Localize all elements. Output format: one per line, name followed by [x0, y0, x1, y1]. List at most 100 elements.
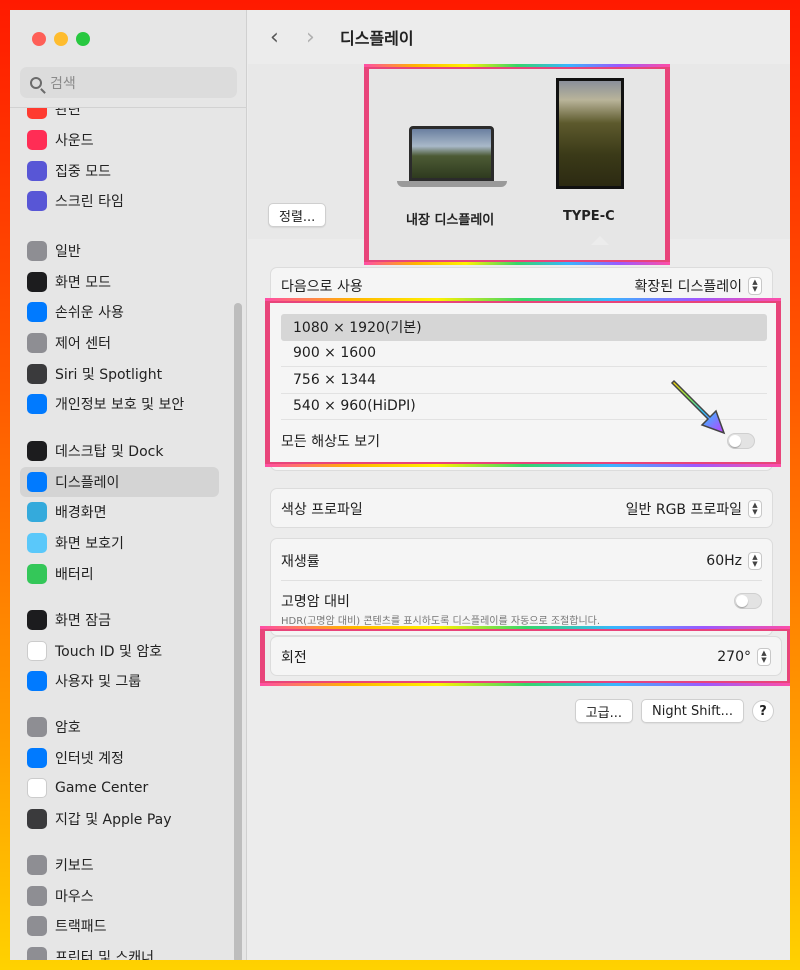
show-all-resolutions-toggle[interactable]	[727, 433, 755, 449]
sidebar-item[interactable]: 마우스	[20, 881, 219, 912]
sidebar-item[interactable]: 스크린 타임	[20, 186, 219, 217]
sidebar-item-label: Game Center	[55, 780, 149, 797]
sidebar-item[interactable]: 화면 보호기	[20, 528, 219, 559]
game-center-icon	[27, 778, 47, 799]
gear-icon	[27, 241, 47, 262]
sidebar-item[interactable]: 손쉬운 사용	[20, 297, 219, 328]
show-all-resolutions-label: 모든 해상도 보기	[281, 434, 381, 450]
zoom-window-button[interactable]	[76, 32, 90, 46]
color-profile-popup[interactable]: 일반 RGB 프로파일 ▲ ▼	[626, 499, 762, 519]
page-title: 디스플레이	[340, 29, 414, 48]
sidebar-item-label: 집중 모드	[55, 163, 111, 180]
search-input[interactable]: 검색	[20, 67, 237, 98]
laptop-base-icon	[397, 181, 507, 187]
key-icon	[27, 717, 47, 738]
resolution-option[interactable]: 900 × 1600	[281, 341, 767, 367]
sidebar-item[interactable]: 디스플레이	[20, 466, 219, 498]
help-button[interactable]: ?	[752, 700, 774, 722]
sidebar-item[interactable]: Game Center	[20, 773, 219, 804]
sidebar-group: 암호인터넷 계정 Game Center 지갑 및 Apple Pay	[20, 712, 230, 834]
hourglass-icon	[27, 191, 47, 212]
flower-icon	[27, 502, 47, 523]
highlight-rainbow-top	[265, 298, 781, 301]
search-icon	[30, 76, 42, 89]
hdr-toggle[interactable]	[734, 593, 762, 609]
arrange-button[interactable]: 정렬...	[268, 203, 327, 227]
sidebar-group-partial: 관련	[20, 108, 230, 125]
sidebar-item-label: 디스플레이	[55, 474, 120, 491]
notification-icon	[27, 108, 47, 120]
sidebar-item-label: 화면 보호기	[55, 536, 124, 553]
resolution-highlight: 1080 × 1920(기본) 900 × 1600 756 × 1344 540 ×…	[265, 298, 781, 467]
printer-icon	[27, 947, 47, 960]
sidebar-item-label: 배터리	[55, 566, 94, 583]
sidebar-group: 화면 잠금 Touch ID 및 암호사용자 및 그룹	[20, 605, 230, 697]
minimize-window-button[interactable]	[54, 32, 68, 46]
sidebar-item[interactable]: 배터리	[20, 558, 219, 589]
advanced-button[interactable]: 고급...	[574, 699, 633, 723]
sidebar-group: 일반화면 모드손쉬운 사용제어 센터 Siri 및 Spotlight 개인정보 보…	[20, 236, 230, 420]
mouse-icon	[27, 885, 47, 906]
use-as-row: 다음으로 사용 확장된 디스플레이 ▲ ▼	[281, 276, 762, 296]
updown-icon: ▲ ▼	[748, 500, 762, 518]
sidebar-item[interactable]: 키보드	[20, 850, 219, 881]
sidebar-item-partial[interactable]: 관련	[20, 108, 219, 125]
sidebar-scrollbar[interactable]	[234, 303, 242, 960]
color-profile-row: 색상 프로파일 일반 RGB 프로파일 ▲ ▼	[281, 499, 762, 519]
close-window-button[interactable]	[32, 32, 46, 46]
sidebar-item-label: 사운드	[55, 133, 94, 150]
night-shift-button[interactable]: Night Shift...	[640, 699, 744, 723]
keyboard-icon	[27, 855, 47, 876]
sidebar-item-label: 화면 모드	[55, 274, 111, 291]
sidebar-item[interactable]: 배경화면	[20, 497, 219, 528]
back-button[interactable]: ‹	[270, 25, 294, 50]
sidebar-item[interactable]: 사용자 및 그룹	[20, 666, 219, 697]
sidebar-item[interactable]: 집중 모드	[20, 156, 219, 187]
sidebar-item-label: Touch ID 및 암호	[55, 643, 163, 660]
sidebar-item-label: 손쉬운 사용	[55, 305, 124, 322]
sidebar-item[interactable]: 제어 센터	[20, 328, 219, 359]
refresh-hdr-panel: 재생률 60Hz ▲ ▼ 고명암 대비 HDR(고명암 대비) 콘텐츠를 표시하도…	[270, 538, 773, 636]
sidebar: 검색 관련 사운드집중 모드스크린 타임일반화면 모드손쉬운 사용제어 센터 Si…	[10, 10, 247, 960]
sidebar-item[interactable]: 인터넷 계정	[20, 743, 219, 774]
use-as-popup[interactable]: 확장된 디스플레이 ▲ ▼	[635, 276, 762, 296]
sidebar-item[interactable]: 프린터 및 스캐너	[20, 942, 219, 960]
refresh-rate-popup[interactable]: 60Hz ▲ ▼	[706, 552, 762, 570]
sidebar-item[interactable]: Siri 및 Spotlight	[20, 358, 219, 389]
sidebar-item[interactable]: 트랙패드	[20, 911, 219, 942]
sidebar-item-label: 배경화면	[55, 505, 107, 522]
sidebar-item[interactable]: 암호	[20, 712, 219, 743]
highlight-rainbow-bottom	[260, 683, 790, 686]
sidebar-item[interactable]: 일반	[20, 236, 219, 267]
dock-icon	[27, 441, 47, 462]
sidebar-item[interactable]: 개인정보 보호 및 보안	[20, 389, 219, 420]
display-thumbnails-highlight: 내장 디스플레이 TYPE-C	[364, 64, 670, 265]
settings-window: 검색 관련 사운드집중 모드스크린 타임일반화면 모드손쉬운 사용제어 센터 Si…	[10, 10, 790, 960]
sidebar-item[interactable]: 데스크탑 및 Dock	[20, 436, 219, 467]
sidebar-item[interactable]: Touch ID 및 암호	[20, 636, 219, 667]
rotation-popup[interactable]: 270° ▲ ▼	[717, 648, 771, 666]
divider	[281, 580, 762, 581]
selection-pointer	[591, 236, 609, 245]
updown-icon: ▲ ▼	[757, 648, 771, 666]
sidebar-item-label: 일반	[55, 244, 81, 261]
external-display-image[interactable]	[556, 78, 624, 189]
rotation-highlight: 회전 270° ▲ ▼	[260, 626, 790, 686]
sidebar-item[interactable]: 화면 모드	[20, 267, 219, 298]
sidebar-group: 키보드 마우스 트랙패드 프린터 및 스캐너	[20, 850, 230, 960]
sidebar-item[interactable]: 화면 잠금	[20, 605, 219, 636]
sidebar-item-label: 암호	[55, 720, 81, 737]
sidebar-item-label: 인터넷 계정	[55, 750, 124, 767]
refresh-rate-row: 재생률 60Hz ▲ ▼	[281, 551, 762, 571]
sidebar-item[interactable]: 사운드	[20, 125, 219, 156]
rotation-panel: 회전 270° ▲ ▼	[270, 636, 782, 676]
builtin-display-image[interactable]	[409, 126, 494, 181]
color-profile-panel: 색상 프로파일 일반 RGB 프로파일 ▲ ▼	[270, 488, 773, 528]
resolution-option[interactable]: 1080 × 1920(기본)	[281, 314, 767, 341]
speaker-icon	[27, 130, 47, 151]
highlight-rainbow-top	[260, 626, 790, 629]
forward-button[interactable]: ›	[306, 25, 330, 50]
sidebar-item[interactable]: 지갑 및 Apple Pay	[20, 804, 219, 835]
updown-icon: ▲ ▼	[748, 552, 762, 570]
sidebar-item-label: 개인정보 보호 및 보안	[55, 397, 185, 414]
